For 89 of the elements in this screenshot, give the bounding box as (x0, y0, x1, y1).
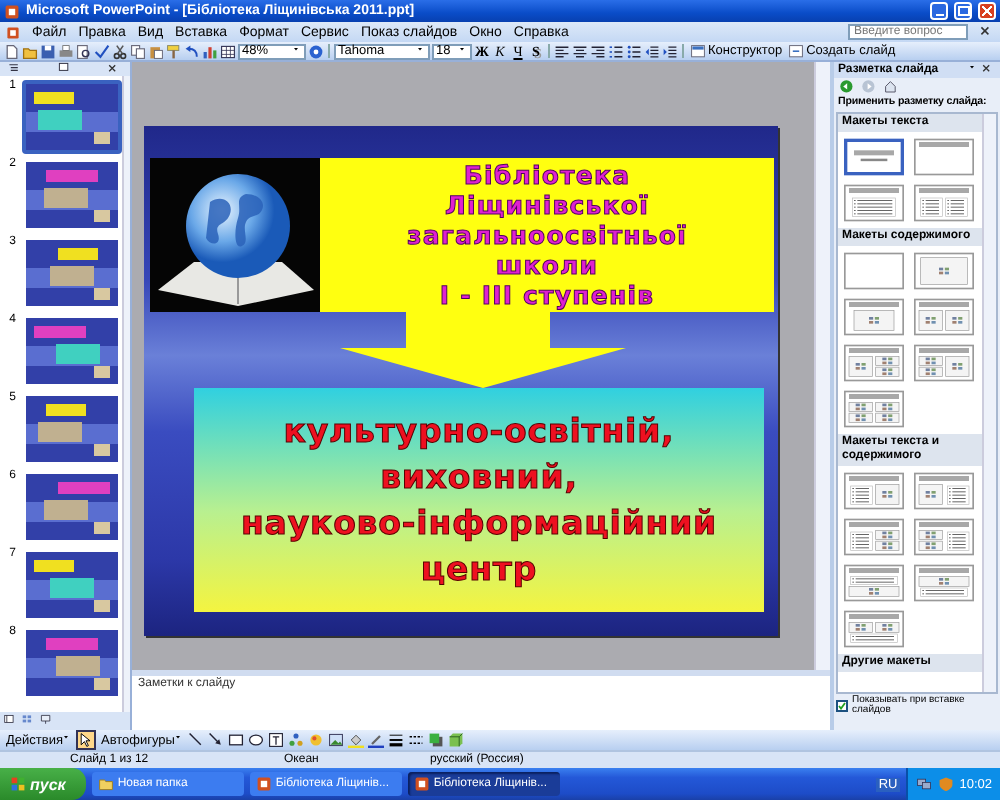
align-left-icon[interactable] (554, 43, 570, 59)
close-icon[interactable] (108, 63, 122, 75)
caret-icon[interactable] (970, 66, 978, 74)
layout-thumbnail[interactable] (914, 518, 974, 556)
align-center-icon[interactable] (572, 43, 588, 59)
slides-icon[interactable] (58, 62, 74, 76)
close-button[interactable] (978, 2, 996, 20)
arrow-icon[interactable] (208, 732, 225, 748)
fill-color-icon[interactable] (348, 732, 365, 748)
slide-thumbnail[interactable] (26, 474, 118, 540)
table-icon[interactable] (220, 43, 236, 59)
layout-thumbnail[interactable] (844, 472, 904, 510)
maximize-button[interactable] (954, 2, 972, 20)
line-icon[interactable] (188, 732, 205, 748)
slide-thumbnail[interactable] (26, 318, 118, 384)
layout-thumbnail[interactable] (844, 184, 904, 222)
powerpoint-icon (255, 776, 272, 792)
slide-thumbnail[interactable] (26, 162, 118, 228)
clipart-icon[interactable] (308, 732, 325, 748)
caret-icon (294, 47, 302, 55)
normal-view-icon[interactable] (4, 714, 18, 728)
layout-thumbnail[interactable] (914, 344, 974, 382)
layout-thumbnail[interactable] (914, 184, 974, 222)
chart-icon[interactable] (202, 43, 218, 59)
line-style-icon[interactable] (388, 732, 405, 748)
network-icon[interactable] (915, 776, 932, 792)
caret-icon (460, 47, 468, 55)
outline-icon[interactable] (8, 62, 24, 76)
layout-thumbnail[interactable] (844, 298, 904, 336)
layout-thumbnail[interactable] (844, 610, 904, 648)
layout-thumbnail[interactable] (914, 252, 974, 290)
back-icon[interactable] (840, 79, 856, 95)
textbox-icon[interactable] (268, 732, 285, 748)
close-icon[interactable] (982, 64, 996, 76)
spelling-icon[interactable] (94, 43, 110, 59)
layout-thumbnail[interactable] (844, 390, 904, 428)
layout-thumbnail[interactable] (844, 564, 904, 602)
caret-icon (64, 736, 73, 744)
help-icon[interactable] (308, 43, 324, 59)
increase-indent-icon[interactable] (662, 43, 678, 59)
slide-thumbnail[interactable] (26, 552, 118, 618)
format-painter-icon[interactable] (166, 43, 182, 59)
layout-thumbnail[interactable] (914, 472, 974, 510)
print-icon[interactable] (58, 43, 74, 59)
layout-thumbnail[interactable] (844, 138, 904, 176)
print-preview-icon[interactable] (76, 43, 92, 59)
design-icon (690, 43, 706, 59)
slideshow-icon[interactable] (40, 714, 54, 728)
pointer-icon[interactable] (76, 730, 97, 750)
powerpoint-icon (413, 776, 430, 792)
caret-icon (418, 47, 426, 55)
paste-icon[interactable] (148, 43, 164, 59)
dash-style-icon[interactable] (408, 732, 425, 748)
diagram-icon[interactable] (288, 732, 305, 748)
copy-icon[interactable] (130, 43, 146, 59)
oval-icon[interactable] (248, 732, 265, 748)
close-icon[interactable] (980, 25, 994, 39)
caret-icon (176, 736, 185, 744)
bullets-icon[interactable] (626, 43, 642, 59)
picture-icon[interactable] (328, 732, 345, 748)
windows-logo-icon (10, 776, 26, 792)
save-icon[interactable] (40, 43, 56, 59)
numbering-icon[interactable] (608, 43, 624, 59)
slide-thumbnail[interactable] (26, 630, 118, 696)
new-slide-icon (788, 43, 805, 59)
slide-thumbnail[interactable] (26, 84, 118, 150)
shadow-icon[interactable] (428, 732, 445, 748)
checkbox[interactable] (836, 700, 848, 712)
folder-icon (97, 776, 114, 792)
layout-thumbnail[interactable] (914, 138, 974, 176)
layout-thumbnail[interactable] (914, 298, 974, 336)
rectangle-icon[interactable] (228, 732, 245, 748)
line-color-icon[interactable] (368, 732, 385, 748)
slide-text: культурно-освітній, виховний, науково-інформаційний центр (240, 410, 717, 592)
layout-thumbnail[interactable] (844, 252, 904, 290)
slide-thumbnail[interactable] (26, 240, 118, 306)
cut-icon[interactable] (112, 43, 128, 59)
slide-thumbnail[interactable] (26, 396, 118, 462)
layout-thumbnail[interactable] (914, 564, 974, 602)
3d-icon[interactable] (448, 732, 465, 748)
align-right-icon[interactable] (590, 43, 606, 59)
slide-title: Бібліотека Ліщинівської загальноосвітньої школи І - ІІІ ступенів (407, 160, 687, 310)
start-button[interactable]: пуск (0, 768, 86, 800)
decrease-indent-icon[interactable] (644, 43, 660, 59)
layout-thumbnail[interactable] (844, 518, 904, 556)
check-icon (838, 702, 846, 710)
minimize-button[interactable] (930, 2, 948, 20)
layout-thumbnail[interactable] (844, 344, 904, 382)
undo-icon[interactable] (184, 43, 200, 59)
